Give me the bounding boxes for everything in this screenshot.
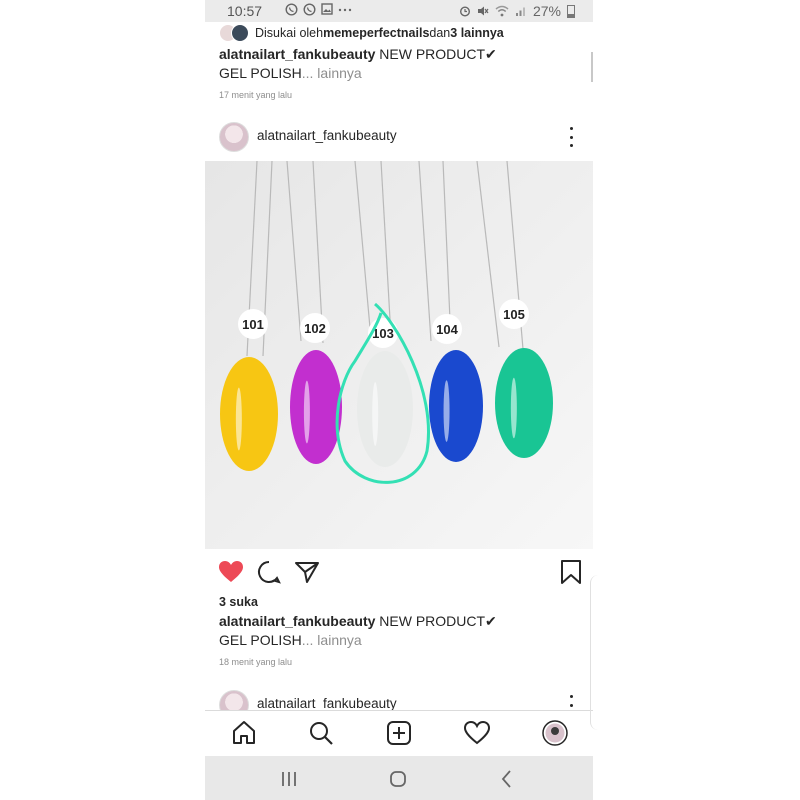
likes-count[interactable]: 3 suka	[219, 595, 258, 609]
nail-swatch-photo: 101 102 103 104105	[205, 161, 593, 549]
caption-more-link[interactable]: ... lainnya	[302, 632, 362, 648]
home-circle-icon[interactable]	[386, 768, 410, 790]
whatsapp-icon	[303, 3, 316, 16]
post-image[interactable]: 101 102 103 104 105	[205, 161, 593, 549]
share-icon[interactable]	[293, 558, 321, 586]
nail-shine	[510, 377, 517, 439]
more-dots-icon	[338, 8, 352, 12]
comment-icon[interactable]	[255, 558, 283, 586]
bottom-navigation	[205, 710, 593, 757]
home-icon[interactable]	[230, 719, 258, 747]
nail-shine	[443, 380, 450, 442]
post-username[interactable]: alatnailart_fankubeauty	[257, 128, 397, 143]
system-navigation-bar	[205, 756, 593, 800]
nail-swatch-104	[429, 350, 483, 462]
more-options-icon[interactable]	[565, 127, 577, 147]
liker-avatar	[231, 24, 249, 42]
signal-icon	[515, 7, 525, 16]
post-avatar[interactable]	[219, 122, 249, 152]
swatch-number-104: 104	[436, 322, 458, 337]
nail-swatch-101	[220, 357, 278, 471]
status-time: 10:57	[227, 3, 263, 19]
caption-text: NEW PRODUCT✔	[375, 46, 497, 62]
swatch-number-102: 102	[304, 321, 326, 336]
prev-timestamp: 17 menit yang lalu	[219, 90, 293, 100]
caption-username[interactable]: alatnailart_fankubeauty	[219, 46, 375, 62]
caption-more-link[interactable]: ... lainnya	[302, 65, 362, 81]
nail-swatch-103	[357, 351, 413, 467]
activity-heart-icon[interactable]	[463, 719, 491, 747]
post-actions	[205, 558, 593, 586]
profile-avatar[interactable]	[541, 719, 569, 747]
likes-mid: dan	[429, 26, 451, 40]
caption-text: NEW PRODUCT✔	[375, 613, 497, 629]
status-bar: 10:57 27%	[205, 0, 593, 22]
system-status: 27%	[459, 3, 575, 19]
recent-apps-icon[interactable]	[277, 768, 301, 790]
prev-caption: alatnailart_fankubeauty NEW PRODUCT✔ GEL…	[219, 45, 497, 83]
caption-line2: GEL POLISH	[219, 632, 302, 648]
swatch-number-105: 105	[503, 307, 525, 322]
nail-swatch-105	[495, 348, 553, 458]
likes-prefix: Disukai oleh	[255, 26, 324, 40]
post-timestamp: 18 menit yang lalu	[219, 657, 293, 667]
likes-others[interactable]: 3 lainnya	[450, 26, 504, 40]
back-icon[interactable]	[495, 768, 519, 790]
search-icon[interactable]	[307, 719, 335, 747]
edge-panel-handle[interactable]	[590, 575, 601, 730]
swatch-number-101: 101	[242, 317, 264, 332]
like-heart-icon[interactable]	[217, 558, 245, 586]
nail-shine	[235, 387, 242, 451]
prev-likes-summary[interactable]: Disukai oleh memeperfectnails dan 3 lain…	[219, 24, 504, 42]
alarm-icon	[459, 6, 470, 17]
gallery-icon	[321, 3, 333, 15]
nail-shine	[372, 382, 379, 446]
caption-username[interactable]: alatnailart_fankubeauty	[219, 613, 375, 629]
nail-shine	[303, 380, 310, 444]
nail-swatch-102	[290, 350, 342, 464]
battery-icon	[567, 4, 575, 18]
next-post-username[interactable]: alatnailart_fankubeauty	[257, 696, 397, 711]
post-caption: alatnailart_fankubeauty NEW PRODUCT✔ GEL…	[219, 612, 497, 650]
caption-line2: GEL POLISH	[219, 65, 302, 81]
liker-username[interactable]: memeperfectnails	[323, 26, 429, 40]
wifi-icon	[495, 5, 509, 17]
bookmark-icon[interactable]	[557, 558, 585, 586]
battery-percent: 27%	[532, 3, 561, 19]
instagram-feed-screen: 10:57 27% Disukai oleh memeperfectnails …	[205, 0, 593, 800]
mute-icon	[477, 6, 489, 16]
post-header: alatnailart_fankubeauty	[205, 120, 593, 154]
scroll-indicator	[591, 52, 593, 82]
add-post-icon[interactable]	[385, 719, 413, 747]
notification-icons	[285, 3, 352, 16]
whatsapp-icon	[285, 3, 298, 16]
